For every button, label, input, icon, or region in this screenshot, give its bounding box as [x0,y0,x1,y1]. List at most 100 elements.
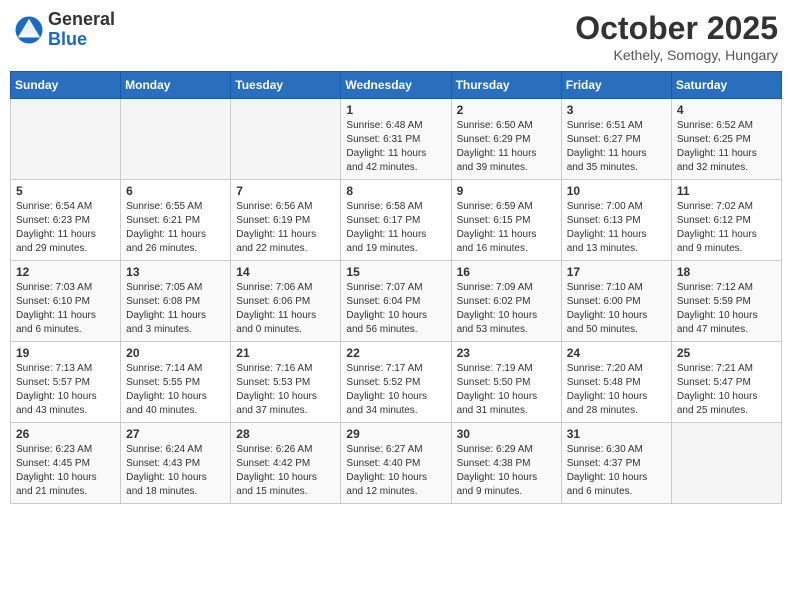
calendar-cell: 3Sunrise: 6:51 AMSunset: 6:27 PMDaylight… [561,99,671,180]
day-info: Sunrise: 6:54 AMSunset: 6:23 PMDaylight:… [16,200,115,256]
calendar-cell: 5 Sunrise: 6:54 AMSunset: 6:23 PMDaylight… [11,180,121,261]
calendar-cell [671,423,781,504]
day-number: 29 [346,427,445,441]
calendar-cell [231,99,341,180]
day-number: 28 [236,427,335,441]
day-number: 19 [16,346,115,360]
calendar-cell: 27 Sunrise: 6:24 AMSunset: 4:43 PMDayligh… [121,423,231,504]
day-number: 24 [567,346,666,360]
day-number: 1 [346,103,445,117]
calendar-cell: 18 Sunrise: 7:12 AMSunset: 5:59 PMDayligh… [671,261,781,342]
calendar-cell: 28 Sunrise: 6:26 AMSunset: 4:42 PMDayligh… [231,423,341,504]
day-info: Sunrise: 7:09 AMSunset: 6:02 PMDaylight:… [457,281,556,337]
day-number: 9 [457,184,556,198]
calendar-cell: 19 Sunrise: 7:13 AMSunset: 5:57 PMDayligh… [11,342,121,423]
day-info: Sunrise: 7:03 AMSunset: 6:10 PMDaylight:… [16,281,115,337]
calendar-cell: 24 Sunrise: 7:20 AMSunset: 5:48 PMDayligh… [561,342,671,423]
calendar-cell [11,99,121,180]
day-info: Sunrise: 6:48 AMSunset: 6:31 PMDaylight:… [346,119,445,175]
day-number: 25 [677,346,776,360]
calendar-week-row: 5 Sunrise: 6:54 AMSunset: 6:23 PMDaylight… [11,180,782,261]
day-number: 22 [346,346,445,360]
day-info: Sunrise: 7:20 AMSunset: 5:48 PMDaylight:… [567,362,666,418]
day-info: Sunrise: 6:30 AMSunset: 4:37 PMDaylight:… [567,443,666,499]
day-info: Sunrise: 7:13 AMSunset: 5:57 PMDaylight:… [16,362,115,418]
calendar-cell: 23Sunrise: 7:19 AMSunset: 5:50 PMDayligh… [451,342,561,423]
logo-blue: Blue [48,30,115,50]
day-info: Sunrise: 6:29 AMSunset: 4:38 PMDaylight:… [457,443,556,499]
day-number: 21 [236,346,335,360]
calendar-cell: 10Sunrise: 7:00 AMSunset: 6:13 PMDayligh… [561,180,671,261]
day-of-week-header: Thursday [451,72,561,99]
calendar-cell: 26 Sunrise: 6:23 AMSunset: 4:45 PMDayligh… [11,423,121,504]
day-number: 27 [126,427,225,441]
day-of-week-header: Saturday [671,72,781,99]
month-title: October 2025 [575,10,778,47]
day-number: 18 [677,265,776,279]
calendar-cell: 30 Sunrise: 6:29 AMSunset: 4:38 PMDayligh… [451,423,561,504]
day-info: Sunrise: 6:26 AMSunset: 4:42 PMDaylight:… [236,443,335,499]
day-info: Sunrise: 6:58 AMSunset: 6:17 PMDaylight:… [346,200,445,256]
calendar-cell: 7 Sunrise: 6:56 AMSunset: 6:19 PMDaylight… [231,180,341,261]
calendar-cell: 11 Sunrise: 7:02 AMSunset: 6:12 PMDayligh… [671,180,781,261]
day-info: Sunrise: 6:50 AMSunset: 6:29 PMDaylight:… [457,119,556,175]
day-number: 20 [126,346,225,360]
day-of-week-header: Tuesday [231,72,341,99]
calendar-cell: 16Sunrise: 7:09 AMSunset: 6:02 PMDayligh… [451,261,561,342]
day-info: Sunrise: 7:12 AMSunset: 5:59 PMDaylight:… [677,281,776,337]
day-info: Sunrise: 6:52 AMSunset: 6:25 PMDaylight:… [677,119,776,175]
day-of-week-header: Sunday [11,72,121,99]
day-number: 15 [346,265,445,279]
day-number: 11 [677,184,776,198]
day-number: 14 [236,265,335,279]
logo-general: General [48,10,115,30]
day-info: Sunrise: 6:23 AMSunset: 4:45 PMDaylight:… [16,443,115,499]
day-number: 17 [567,265,666,279]
day-info: Sunrise: 7:21 AMSunset: 5:47 PMDaylight:… [677,362,776,418]
calendar-cell: 14 Sunrise: 7:06 AMSunset: 6:06 PMDayligh… [231,261,341,342]
day-info: Sunrise: 6:27 AMSunset: 4:40 PMDaylight:… [346,443,445,499]
calendar-cell: 29 Sunrise: 6:27 AMSunset: 4:40 PMDayligh… [341,423,451,504]
calendar-cell: 4 Sunrise: 6:52 AMSunset: 6:25 PMDaylight… [671,99,781,180]
day-info: Sunrise: 7:00 AMSunset: 6:13 PMDaylight:… [567,200,666,256]
logo-icon [14,15,44,45]
day-number: 26 [16,427,115,441]
calendar-cell: 21 Sunrise: 7:16 AMSunset: 5:53 PMDayligh… [231,342,341,423]
day-info: Sunrise: 6:59 AMSunset: 6:15 PMDaylight:… [457,200,556,256]
day-number: 8 [346,184,445,198]
logo-text: General Blue [48,10,115,50]
day-info: Sunrise: 6:24 AMSunset: 4:43 PMDaylight:… [126,443,225,499]
day-number: 4 [677,103,776,117]
day-info: Sunrise: 6:55 AMSunset: 6:21 PMDaylight:… [126,200,225,256]
logo: General Blue [14,10,115,50]
calendar-cell: 12 Sunrise: 7:03 AMSunset: 6:10 PMDayligh… [11,261,121,342]
day-number: 5 [16,184,115,198]
calendar-cell: 6Sunrise: 6:55 AMSunset: 6:21 PMDaylight… [121,180,231,261]
page-header: General Blue October 2025 Kethely, Somog… [10,10,782,63]
calendar-cell: 13Sunrise: 7:05 AMSunset: 6:08 PMDayligh… [121,261,231,342]
day-number: 31 [567,427,666,441]
calendar-cell: 15Sunrise: 7:07 AMSunset: 6:04 PMDayligh… [341,261,451,342]
day-number: 2 [457,103,556,117]
calendar-week-row: 1 Sunrise: 6:48 AMSunset: 6:31 PMDaylight… [11,99,782,180]
day-number: 3 [567,103,666,117]
day-info: Sunrise: 7:06 AMSunset: 6:06 PMDaylight:… [236,281,335,337]
calendar-cell: 20Sunrise: 7:14 AMSunset: 5:55 PMDayligh… [121,342,231,423]
day-info: Sunrise: 7:05 AMSunset: 6:08 PMDaylight:… [126,281,225,337]
day-info: Sunrise: 7:19 AMSunset: 5:50 PMDaylight:… [457,362,556,418]
day-info: Sunrise: 7:10 AMSunset: 6:00 PMDaylight:… [567,281,666,337]
day-info: Sunrise: 6:56 AMSunset: 6:19 PMDaylight:… [236,200,335,256]
title-block: October 2025 Kethely, Somogy, Hungary [575,10,778,63]
location: Kethely, Somogy, Hungary [575,47,778,63]
calendar-cell: 8 Sunrise: 6:58 AMSunset: 6:17 PMDaylight… [341,180,451,261]
day-number: 7 [236,184,335,198]
day-info: Sunrise: 7:02 AMSunset: 6:12 PMDaylight:… [677,200,776,256]
day-info: Sunrise: 7:16 AMSunset: 5:53 PMDaylight:… [236,362,335,418]
day-number: 12 [16,265,115,279]
day-number: 30 [457,427,556,441]
day-info: Sunrise: 7:17 AMSunset: 5:52 PMDaylight:… [346,362,445,418]
calendar-cell: 25 Sunrise: 7:21 AMSunset: 5:47 PMDayligh… [671,342,781,423]
calendar-week-row: 12 Sunrise: 7:03 AMSunset: 6:10 PMDayligh… [11,261,782,342]
calendar-week-row: 26 Sunrise: 6:23 AMSunset: 4:45 PMDayligh… [11,423,782,504]
calendar-cell [121,99,231,180]
